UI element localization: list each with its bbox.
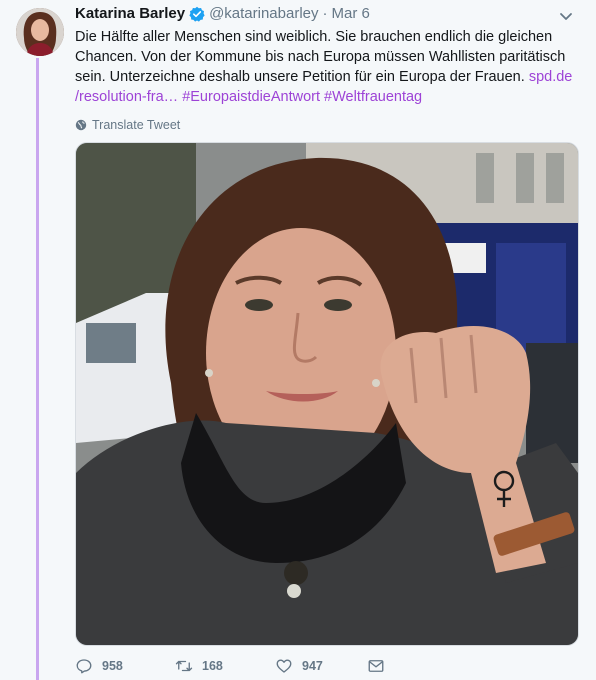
verified-badge-icon	[189, 6, 205, 22]
avatar-image	[16, 8, 64, 56]
tweet-url-line2: /resolution-fra…	[75, 89, 179, 105]
translate-label: Translate Tweet	[92, 118, 181, 132]
retweet-icon	[175, 660, 193, 672]
tweet-body: Die Hälfte aller Menschen sind weiblich.…	[75, 29, 566, 85]
envelope-icon	[368, 660, 384, 672]
retweet-count: 168	[202, 659, 223, 673]
author-name[interactable]: Katarina Barley	[75, 4, 185, 24]
reply-icon	[76, 659, 92, 674]
tweet-header: Katarina Barley @katarinabarley · Mar 6	[75, 4, 580, 24]
like-button[interactable]: 947	[275, 657, 367, 675]
globe-icon	[75, 119, 87, 131]
chevron-down-icon[interactable]	[558, 8, 574, 24]
photo-image	[76, 143, 578, 645]
translate-tweet-button[interactable]: Translate Tweet	[75, 117, 580, 133]
tweet-text: Die Hälfte aller Menschen sind weiblich.…	[75, 27, 575, 107]
like-count: 947	[302, 659, 323, 673]
hashtag-link[interactable]: #Weltfrauentag	[324, 89, 422, 105]
reply-button[interactable]: 958	[75, 657, 175, 675]
thread-connector-line	[36, 58, 39, 680]
separator-dot: ·	[322, 5, 328, 22]
avatar[interactable]	[16, 8, 64, 56]
author-handle[interactable]: @katarinabarley	[209, 4, 318, 24]
reply-count: 958	[102, 659, 123, 673]
retweet-button[interactable]: 168	[175, 657, 275, 675]
tweet-photo[interactable]	[75, 142, 579, 646]
hashtag-link[interactable]: #EuropaistdieAntwort	[182, 89, 320, 105]
tweet-timestamp[interactable]: Mar 6	[332, 4, 370, 24]
tweet-url-line1: spd.de	[528, 69, 573, 85]
direct-message-button[interactable]	[367, 657, 385, 675]
tweet-actions: 958 168 947	[75, 654, 385, 678]
heart-icon	[276, 659, 292, 673]
tweet[interactable]: Katarina Barley @katarinabarley · Mar 6 …	[75, 4, 580, 674]
